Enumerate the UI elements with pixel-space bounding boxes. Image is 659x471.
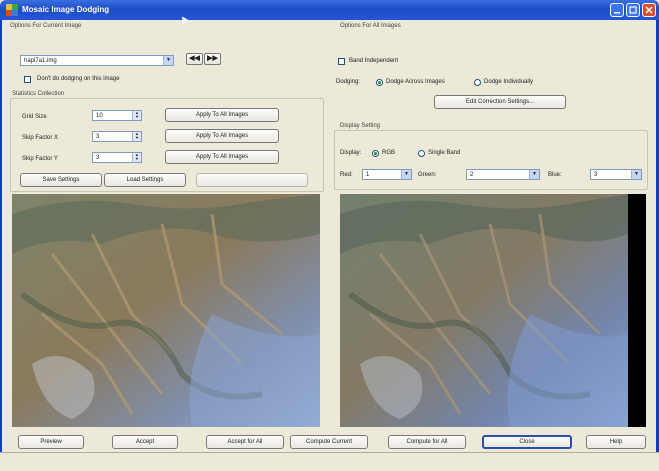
- image-select[interactable]: hapl7a1.img ▼: [20, 55, 174, 66]
- chevron-down-icon: ▼: [401, 170, 411, 179]
- skip-factor-x-label: Skip Factor X: [22, 135, 59, 141]
- current-image-group-label: Options For Current Image: [10, 23, 82, 29]
- spin-arrows-icon[interactable]: ▲ ▼: [132, 132, 141, 141]
- original-image-viewer[interactable]: [12, 194, 320, 427]
- skip-factor-y-label: Skip Factor Y: [22, 156, 58, 162]
- all-images-group-label: Options For All Images: [340, 23, 401, 29]
- apply-skip-y-all-button[interactable]: Apply To All Images: [165, 150, 279, 164]
- chevron-down-icon: ▼: [163, 56, 173, 65]
- rgb-label: RGB: [382, 150, 396, 156]
- apply-skip-x-all-button[interactable]: Apply To All Images: [165, 129, 279, 143]
- display-label: Display:: [340, 150, 362, 156]
- compute-current-button[interactable]: Compute Current: [290, 435, 368, 449]
- band-independent-label: Band Independent: [349, 58, 399, 64]
- load-settings-button[interactable]: Load Settings: [104, 173, 186, 187]
- save-settings-button[interactable]: Save Settings: [20, 173, 102, 187]
- spin-arrows-icon[interactable]: ▲ ▼: [132, 111, 141, 120]
- grid-size-value: 10: [96, 113, 103, 119]
- status-bar: [0, 452, 659, 471]
- apply-grid-size-all-button[interactable]: Apply To All Images: [165, 108, 279, 122]
- dodge-individually-radio[interactable]: [474, 79, 481, 86]
- band-independent-checkbox[interactable]: [338, 58, 345, 65]
- grid-size-label: Grid Size: [22, 114, 47, 120]
- title-bar: Mosaic Image Dodging: [0, 0, 659, 20]
- accept-for-all-button[interactable]: Accept for All: [206, 435, 284, 449]
- disabled-settings-button[interactable]: [196, 173, 308, 187]
- dodged-satellite-image: [340, 194, 646, 427]
- blue-band-value: 3: [594, 172, 598, 178]
- green-label: Green:: [418, 172, 437, 178]
- mosaic-app-icon: [6, 4, 18, 16]
- stats-group-label: Statistics Collection: [12, 91, 65, 97]
- green-band-select[interactable]: 2 ▼: [466, 169, 540, 180]
- skip-factor-x-stepper[interactable]: 3 ▲ ▼: [92, 131, 142, 142]
- accept-button[interactable]: Accept: [112, 435, 178, 449]
- blue-label: Blue:: [548, 172, 562, 178]
- window-frame-left: [0, 20, 2, 470]
- preview-button[interactable]: Preview: [18, 435, 84, 449]
- single-band-label: Single Band: [428, 150, 461, 156]
- close-icon[interactable]: [642, 3, 656, 17]
- dodge-across-radio[interactable]: [376, 79, 383, 86]
- display-setting-group-label: Display Setting: [340, 123, 381, 129]
- red-label: Red:: [340, 172, 353, 178]
- chevron-down-icon: ▼: [529, 170, 539, 179]
- skip-factor-y-stepper[interactable]: 3 ▲ ▼: [92, 152, 142, 163]
- dodged-image-viewer[interactable]: [340, 194, 646, 427]
- next-image-button[interactable]: ▶▶: [204, 53, 221, 65]
- original-satellite-image: [12, 194, 320, 427]
- help-button[interactable]: Help: [586, 435, 646, 449]
- dont-dodge-checkbox[interactable]: [24, 76, 31, 83]
- skip-factor-y-value: 3: [96, 155, 100, 161]
- dodge-individually-label: Dodge Individually: [484, 79, 534, 85]
- rgb-radio[interactable]: [372, 150, 379, 157]
- minimize-icon[interactable]: [610, 3, 624, 17]
- dodge-across-label: Dodge Across Images: [386, 79, 445, 85]
- skip-factor-x-value: 3: [96, 134, 100, 140]
- close-button[interactable]: Close: [482, 435, 572, 449]
- red-band-select[interactable]: 1 ▼: [362, 169, 412, 180]
- previous-image-button[interactable]: ◀◀: [186, 53, 203, 65]
- red-band-value: 1: [366, 172, 370, 178]
- dodging-label: Dodging:: [336, 79, 361, 85]
- dont-dodge-label: Don't do dodging on this image: [37, 76, 120, 82]
- window-title: Mosaic Image Dodging: [22, 5, 110, 14]
- display-setting-group: [334, 130, 648, 190]
- image-select-value: hapl7a1.img: [24, 58, 57, 64]
- edit-correction-settings-button[interactable]: Edit Correction Settings...: [434, 95, 566, 109]
- single-band-radio[interactable]: [418, 150, 425, 157]
- green-band-value: 2: [470, 172, 474, 178]
- spin-arrows-icon[interactable]: ▲ ▼: [132, 153, 141, 162]
- maximize-icon[interactable]: [626, 3, 640, 17]
- chevron-down-icon: ▼: [631, 170, 641, 179]
- compute-for-all-button[interactable]: Compute for All: [388, 435, 466, 449]
- grid-size-stepper[interactable]: 10 ▲ ▼: [92, 110, 142, 121]
- blue-band-select[interactable]: 3 ▼: [590, 169, 642, 180]
